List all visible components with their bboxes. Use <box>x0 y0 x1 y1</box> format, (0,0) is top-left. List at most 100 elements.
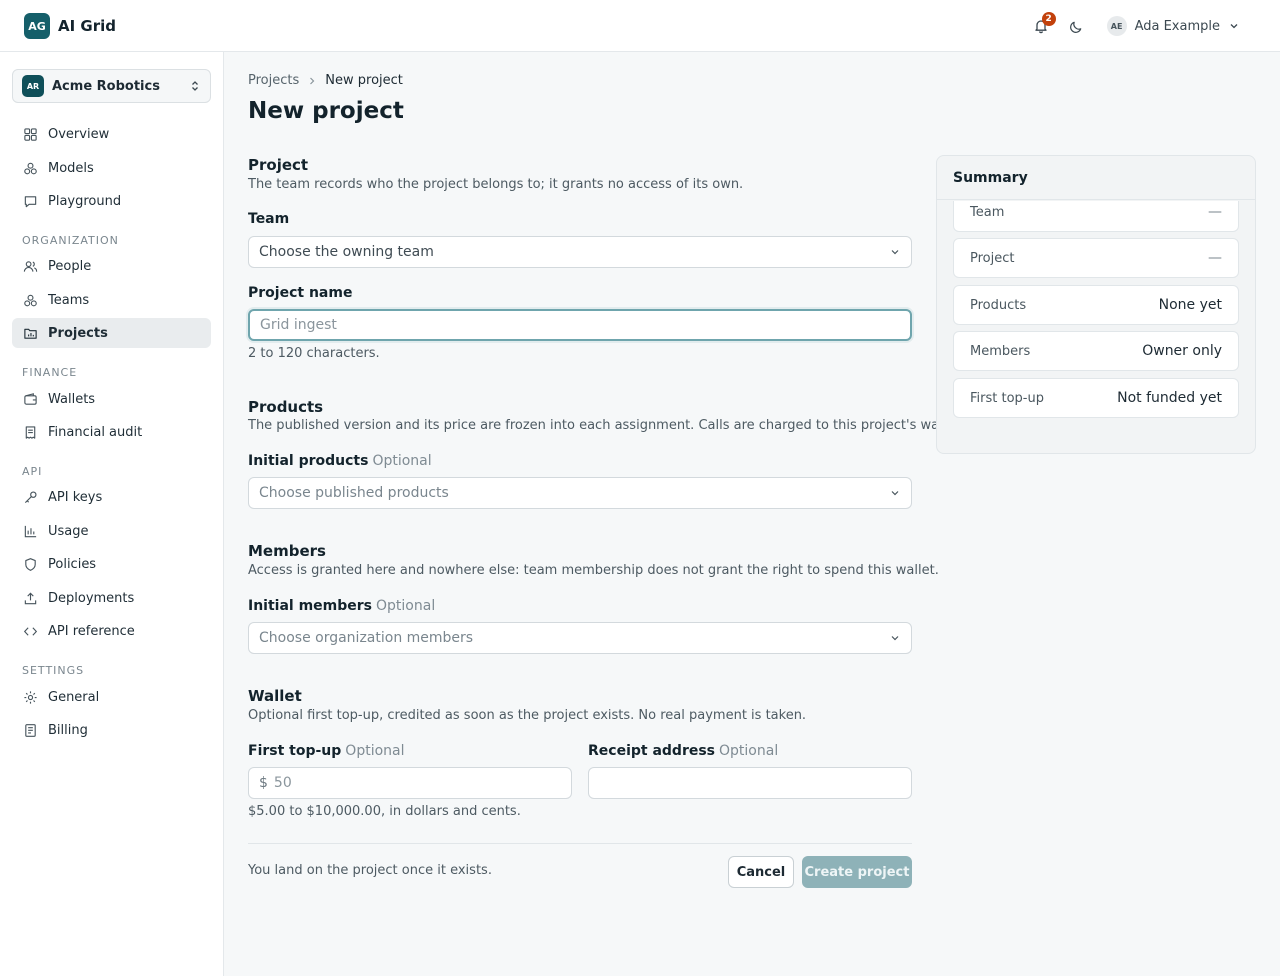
optional-tag: Optional <box>345 743 405 759</box>
folder-chart-icon <box>22 325 38 341</box>
initial-products-label: Initial products Optional <box>248 453 432 469</box>
cubes-icon <box>22 160 38 176</box>
sidebar-item-label: General <box>48 689 100 705</box>
sidebar-item-overview[interactable]: Overview <box>12 119 211 149</box>
chevron-down-icon <box>891 636 899 641</box>
document-icon <box>22 722 38 738</box>
section-title-products: Products <box>248 398 324 416</box>
optional-tag: Optional <box>376 598 436 614</box>
gear-icon <box>22 689 38 705</box>
first-topup-label-text: First top-up <box>248 743 342 759</box>
sidebar-item-label: Models <box>48 160 94 176</box>
sidebar-item-playground[interactable]: Playground <box>12 186 211 216</box>
optional-tag: Optional <box>372 453 432 469</box>
sidebar-item-wallets[interactable]: Wallets <box>12 384 211 414</box>
chevron-up-down-icon <box>192 81 198 91</box>
summary-key: First top-up <box>970 390 1044 406</box>
top-actions: 2 AE Ada Example <box>1029 12 1240 38</box>
sidebar-item-policies[interactable]: Policies <box>12 549 211 579</box>
initial-products-placeholder: Choose published products <box>259 485 449 501</box>
brand[interactable]: AG AI Grid <box>24 13 116 39</box>
summary-row-team: Team — <box>953 201 1239 232</box>
initial-members-label-text: Initial members <box>248 598 373 614</box>
summary-key: Products <box>970 297 1027 313</box>
summary-list: Team — Project — Products None yet Membe… <box>937 201 1255 453</box>
receipt-address-label: Receipt address Optional <box>588 743 778 759</box>
sidebar-item-label: Policies <box>48 556 97 572</box>
key-icon <box>22 489 38 505</box>
initial-members-label: Initial members Optional <box>248 598 435 614</box>
page-title: New project <box>248 98 404 124</box>
currency-prefix: $ <box>259 775 268 791</box>
sidebar-item-deployments[interactable]: Deployments <box>12 583 211 613</box>
initial-products-label-text: Initial products <box>248 453 369 469</box>
breadcrumb-link-projects[interactable]: Projects <box>248 73 299 88</box>
project-name-placeholder: Grid ingest <box>260 317 337 333</box>
optional-tag: Optional <box>719 743 779 759</box>
team-select[interactable]: Choose the owning team <box>248 236 912 268</box>
section-desc-members: Access is granted here and nowhere else:… <box>248 563 939 578</box>
bar-chart-icon <box>22 523 38 539</box>
sidebar-item-billing[interactable]: Billing <box>12 715 211 745</box>
initial-products-select[interactable]: Choose published products <box>248 477 912 509</box>
sidebar-item-people[interactable]: People <box>12 251 211 281</box>
user-name: Ada Example <box>1134 18 1220 34</box>
sidebar-item-label: Wallets <box>48 391 96 407</box>
receipt-address-input[interactable] <box>588 767 912 799</box>
org-switcher[interactable]: AR Acme Robotics <box>12 69 211 103</box>
create-project-button[interactable]: Create project <box>802 856 912 888</box>
people-icon <box>22 258 38 274</box>
nav-section-api: API <box>22 465 43 478</box>
section-desc-wallet: Optional first top-up, credited as soon … <box>248 708 807 723</box>
moon-icon <box>1070 21 1082 33</box>
summary-key: Team <box>970 204 1005 220</box>
sidebar-item-models[interactable]: Models <box>12 153 211 183</box>
footer-note: You land on the project once it exists. <box>248 863 492 878</box>
cancel-button[interactable]: Cancel <box>728 856 794 888</box>
sidebar-item-label: Financial audit <box>48 424 143 440</box>
summary-row-products: Products None yet <box>953 285 1239 325</box>
chat-icon <box>22 193 38 209</box>
receipt-icon <box>22 424 38 440</box>
sidebar-item-label: Overview <box>48 126 110 142</box>
initial-members-select[interactable]: Choose organization members <box>248 622 912 654</box>
chevron-down-icon <box>891 250 899 255</box>
code-icon <box>22 623 38 639</box>
form-divider <box>248 843 912 844</box>
nav-section-settings: SETTINGS <box>22 664 85 677</box>
sidebar-item-label: Billing <box>48 722 88 738</box>
sidebar-item-label: Projects <box>48 325 108 341</box>
notifications-button[interactable]: 2 <box>1029 12 1056 38</box>
sidebar-item-api-keys[interactable]: API keys <box>12 482 211 512</box>
section-title-wallet: Wallet <box>248 687 302 705</box>
summary-title: Summary <box>937 156 1255 200</box>
chevron-right-icon <box>310 77 315 84</box>
sidebar-item-teams[interactable]: Teams <box>12 285 211 315</box>
sidebar-item-financial-audit[interactable]: Financial audit <box>12 417 211 447</box>
summary-key: Members <box>970 343 1031 359</box>
user-menu[interactable]: AE Ada Example <box>1106 16 1240 36</box>
main-content: Projects New project New project Project… <box>224 52 1280 976</box>
sidebar-item-projects[interactable]: Projects <box>12 318 211 348</box>
section-desc-products: The published version and its price are … <box>248 418 964 433</box>
project-name-label: Project name <box>248 285 353 301</box>
sidebar-item-general[interactable]: General <box>12 682 211 712</box>
summary-value: None yet <box>1158 297 1222 313</box>
sidebar-item-label: Teams <box>48 292 90 308</box>
wallet-icon <box>22 391 38 407</box>
project-name-input[interactable]: Grid ingest <box>248 309 912 341</box>
section-desc-project: The team records who the project belongs… <box>248 177 744 192</box>
shield-icon <box>22 556 38 572</box>
avatar: AE <box>1106 16 1127 36</box>
first-topup-input[interactable]: $ 50 <box>248 767 572 799</box>
grid-icon <box>22 126 38 142</box>
sidebar-item-label: People <box>48 258 92 274</box>
sidebar-item-usage[interactable]: Usage <box>12 516 211 546</box>
cubes-icon <box>22 292 38 308</box>
sidebar-item-label: Deployments <box>48 590 135 606</box>
first-topup-hint: $5.00 to $10,000.00, in dollars and cent… <box>248 804 521 819</box>
sidebar-item-label: Playground <box>48 193 122 209</box>
theme-toggle-button[interactable] <box>1065 14 1089 38</box>
sidebar-item-api-reference[interactable]: API reference <box>12 616 211 646</box>
sidebar-item-label: API keys <box>48 489 103 505</box>
